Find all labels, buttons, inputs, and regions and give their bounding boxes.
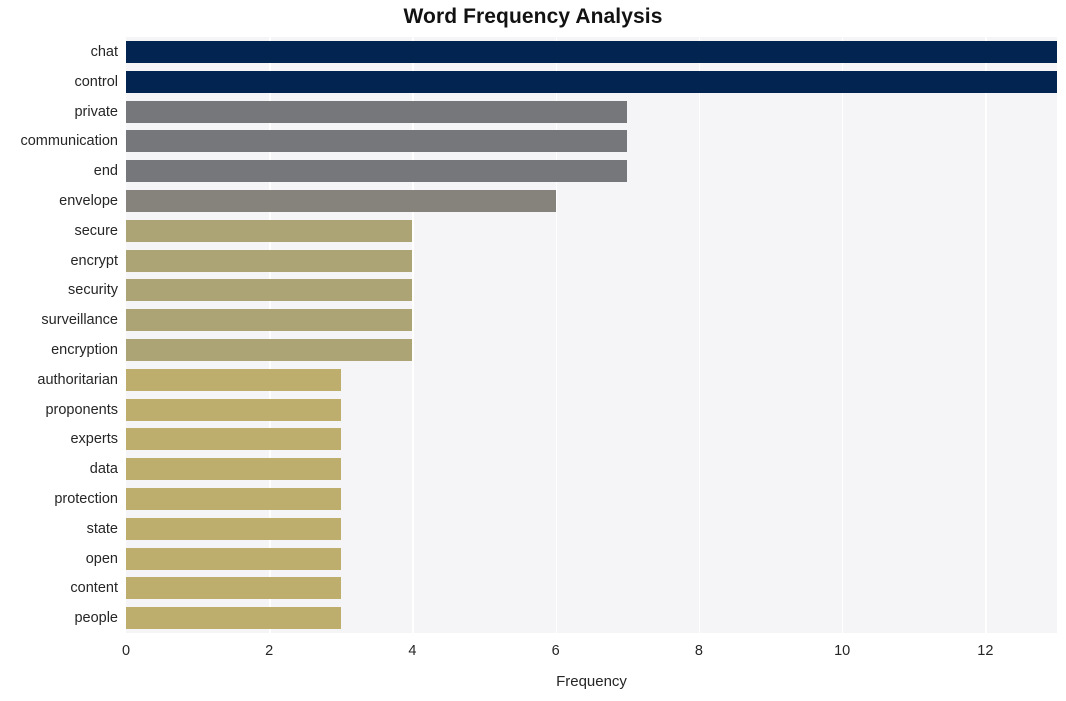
y-axis-tick-label: end (93, 163, 118, 180)
bar (126, 189, 556, 212)
bar (126, 279, 413, 302)
bar (126, 458, 341, 481)
bar (126, 249, 413, 272)
y-axis-tick-label: data (89, 461, 118, 478)
bar (126, 577, 341, 600)
y-axis-tick-label: open (85, 550, 118, 567)
y-axis-tick-label: chat (90, 43, 118, 60)
bar (126, 160, 628, 183)
bar (126, 338, 413, 361)
y-axis-tick-label: state (86, 520, 118, 537)
bars-container (126, 37, 1057, 633)
y-axis-tick-label: authoritarian (37, 371, 118, 388)
bar (126, 100, 628, 123)
bar (126, 547, 341, 570)
x-axis-tick-label: 4 (408, 643, 417, 659)
y-axis-tick-label: communication (20, 133, 118, 150)
y-axis-tick-label: secure (74, 222, 118, 239)
y-axis-tick-label: content (70, 580, 118, 597)
bar (126, 40, 1057, 63)
y-axis-tick-label: private (74, 103, 118, 120)
chart-figure: Word Frequency Analysis chat control priva… (0, 0, 1066, 701)
x-axis-tick-label: 10 (834, 643, 851, 659)
bar (126, 309, 413, 332)
x-axis-tick-label: 8 (694, 643, 703, 659)
y-axis-tick-label: security (68, 282, 118, 299)
bar (126, 70, 1057, 93)
bar (126, 487, 341, 510)
y-axis-tick-label: experts (70, 431, 118, 448)
bar (126, 428, 341, 451)
y-axis-tick-label: people (74, 610, 118, 627)
bar (126, 219, 413, 242)
y-axis-tick-label: surveillance (41, 312, 118, 329)
page-title: Word Frequency Analysis (403, 5, 663, 28)
y-axis-tick-labels: chat control private communication end envelo… (0, 37, 118, 633)
x-axis-title: Frequency (556, 673, 627, 690)
bar (126, 517, 341, 540)
bar (126, 607, 341, 630)
plot-area (126, 37, 1057, 633)
y-axis-tick-label: envelope (59, 192, 118, 209)
bar (126, 368, 341, 391)
y-axis-tick-label: encryption (51, 341, 118, 358)
bar (126, 130, 628, 153)
y-axis-tick-label: proponents (45, 401, 118, 418)
x-axis-tick-label: 12 (977, 643, 994, 659)
y-axis-tick-label: encrypt (70, 252, 118, 269)
x-axis-tick-label: 0 (121, 643, 131, 659)
x-axis-tick-labels: 0 2 4 6 8 10 12 (122, 633, 1057, 663)
x-axis-tick-label: 6 (551, 643, 560, 659)
bar (126, 398, 341, 421)
y-axis-tick-label: control (74, 73, 118, 90)
y-axis-tick-label: protection (54, 490, 118, 507)
x-axis-tick-label: 2 (265, 643, 274, 659)
